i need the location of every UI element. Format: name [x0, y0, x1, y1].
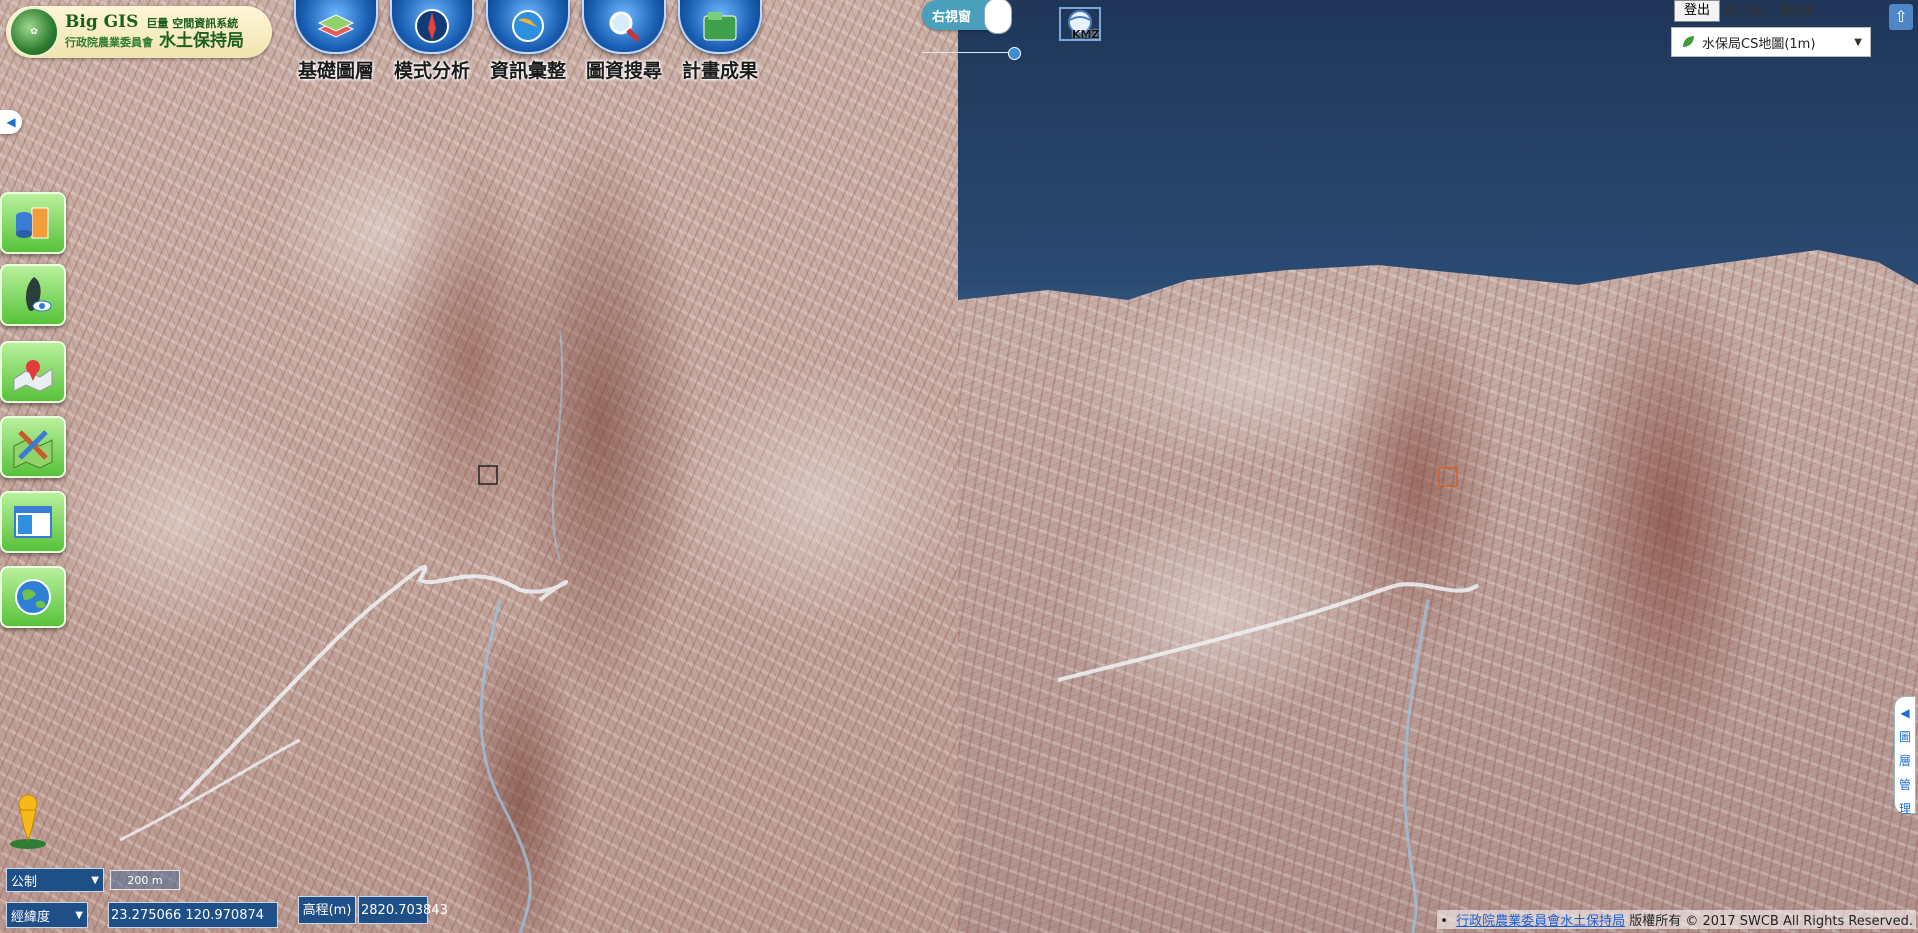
nav-info-summary[interactable]: 資訊彙整 — [480, 0, 576, 83]
map-3d-view[interactable] — [958, 0, 1918, 933]
fullscreen-button[interactable]: ⇧ — [1889, 4, 1913, 30]
nav-label: 資訊彙整 — [489, 60, 566, 82]
earth-icon — [12, 576, 54, 618]
layer-tab-char: 圖 — [1898, 730, 1911, 744]
nav-project-results[interactable]: 計畫成果 — [672, 0, 768, 83]
layers-icon — [294, 0, 378, 54]
coord-type-select[interactable]: 經緯度 ▼ — [6, 902, 88, 928]
unit-select-value: 公制 — [11, 874, 38, 890]
street-view-pegman-icon[interactable] — [8, 792, 48, 850]
folder-results-icon — [678, 0, 762, 54]
map-draw-icon — [12, 426, 54, 468]
top-nav: 基礎圖層 模式分析 資訊彙整 圖資搜尋 計畫成果 — [288, 0, 768, 83]
coa-emblem-icon: ✿ — [9, 7, 59, 57]
chevron-down-icon: ▼ — [91, 874, 99, 886]
leaf-icon — [1683, 36, 1694, 47]
layer-db-icon — [12, 202, 54, 244]
location-marker-box — [478, 465, 498, 485]
nav-basic-layers[interactable]: 基礎圖層 — [288, 0, 384, 83]
nav-map-search[interactable]: 圖資搜尋 — [576, 0, 672, 83]
tool-earth-view[interactable] — [0, 566, 66, 628]
logo-swcb: 水土保持局 — [159, 31, 244, 51]
nav-label: 圖資搜尋 — [585, 60, 662, 82]
toggle-knob[interactable] — [984, 0, 1012, 34]
elevation-label: 高程(m) — [298, 896, 356, 924]
logo-system: 巨量 空間資訊系統 — [146, 17, 239, 31]
nav-label: 模式分析 — [393, 60, 470, 82]
map-pin-icon — [12, 351, 54, 393]
footer-agency-link[interactable]: 行政院農業委員會水土保持局 — [1456, 914, 1625, 929]
basemap-selected-value: 水保局CS地圖(1m) — [1702, 36, 1816, 52]
user-label: 使用者：陳昭孝 — [1724, 4, 1816, 19]
location-marker-box-3d — [1438, 467, 1458, 487]
nav-model-analysis[interactable]: 模式分析 — [384, 0, 480, 83]
layer-tab-char: 理 — [1898, 802, 1911, 816]
footer: • 行政院農業委員會水土保持局 版權所有 © 2017 SWCB All Rig… — [1437, 910, 1916, 929]
logo-coa: 行政院農業委員會 — [65, 36, 153, 49]
footer-bullet: • — [1440, 914, 1448, 929]
tool-taiwan-view[interactable] — [0, 264, 66, 326]
tool-layer-database[interactable] — [0, 192, 66, 254]
coord-type-value: 經緯度 — [11, 909, 51, 925]
right-window-toggle[interactable]: 右視窗 — [922, 0, 1012, 34]
tool-window-compare[interactable] — [0, 491, 66, 553]
tool-map-draw[interactable] — [0, 416, 66, 478]
app-logo: ✿ Big GIS 巨量 空間資訊系統 行政院農業委員會 水土保持局 — [6, 6, 272, 58]
coordinate-readout: 23.275066 120.970874 — [108, 902, 278, 928]
kmz-label: KMZ — [1072, 28, 1100, 41]
split-slider-track — [922, 52, 1014, 53]
compass-analysis-icon — [390, 0, 474, 54]
layer-manager-tab[interactable]: ◀ 圖 層 管 理 — [1894, 696, 1916, 816]
nav-label: 基礎圖層 — [297, 60, 374, 82]
arrow-left-icon: ◀ — [1900, 706, 1910, 720]
logo-biggis: Big GIS — [65, 12, 139, 33]
map-3d-features — [1057, 467, 1480, 933]
map-2d-features — [119, 329, 569, 933]
scale-bar: 200 m — [110, 870, 180, 890]
unit-select[interactable]: 公制 ▼ — [6, 868, 104, 892]
logout-button[interactable]: 登出 — [1674, 0, 1720, 22]
right-window-label: 右視窗 — [932, 9, 972, 25]
nav-label: 計畫成果 — [681, 60, 758, 82]
kmz-export-button[interactable]: KMZ — [1058, 6, 1104, 44]
tool-map-pin[interactable] — [0, 341, 66, 403]
map-2d-view[interactable] — [0, 0, 958, 933]
globe-info-icon — [486, 0, 570, 54]
search-map-icon — [582, 0, 666, 54]
basemap-select[interactable]: 水保局CS地圖(1m) ▼ — [1671, 27, 1871, 57]
footer-copyright: 版權所有 © 2017 SWCB All Rights Reserved. — [1629, 914, 1913, 929]
chevron-down-icon: ▼ — [75, 909, 83, 921]
chevron-down-icon: ▼ — [1854, 36, 1862, 48]
layer-tab-char: 層 — [1898, 754, 1911, 768]
layer-tab-char: 管 — [1898, 778, 1911, 792]
elevation-value: 2820.703843 — [358, 896, 448, 924]
window-compare-icon — [12, 501, 54, 543]
split-slider-handle[interactable] — [1008, 47, 1021, 60]
taiwan-view-icon — [12, 274, 54, 316]
